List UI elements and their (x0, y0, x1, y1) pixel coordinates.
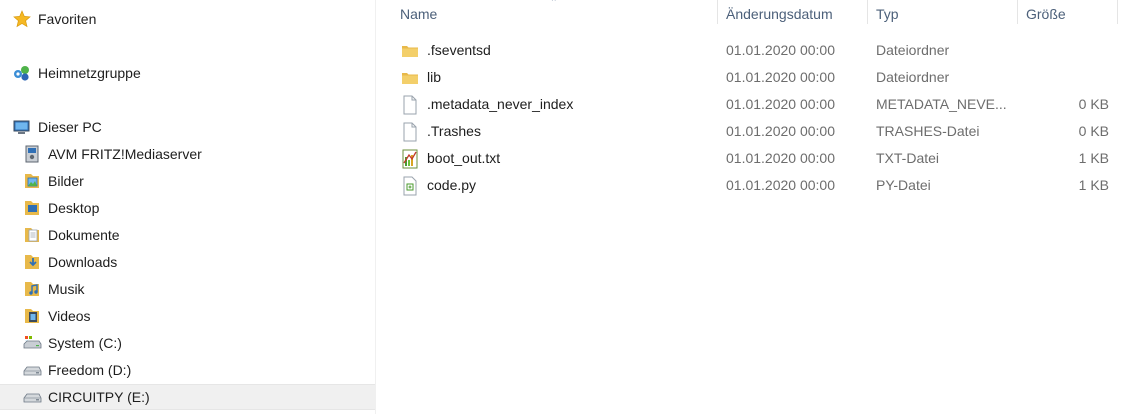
computer-icon (12, 118, 32, 136)
file-type: TXT-Datei (876, 150, 940, 166)
desktop-folder-icon (22, 199, 42, 217)
music-folder-icon (22, 280, 42, 298)
nav-item-musik[interactable]: Musik (0, 276, 375, 302)
file-type: Dateiordner (876, 42, 950, 58)
nav-label: System (C:) (48, 335, 122, 351)
nav-item-homegroup[interactable]: Heimnetzgruppe (0, 60, 375, 86)
folder-icon (400, 68, 420, 88)
nav-item-freedom-d[interactable]: Freedom (D:) (0, 357, 375, 383)
nav-item-this-pc[interactable]: Dieser PC (0, 114, 375, 140)
navigation-pane: Favoriten Heimnetzgruppe Dieser PC AVM F… (0, 0, 376, 414)
nav-item-dokumente[interactable]: Dokumente (0, 222, 375, 248)
file-date: 01.01.2020 00:00 (726, 42, 835, 58)
nav-item-desktop[interactable]: Desktop (0, 195, 375, 221)
file-type: Dateiordner (876, 69, 950, 85)
homegroup-icon (12, 64, 32, 82)
file-size: 1 KB (1078, 177, 1109, 193)
nav-item-bilder[interactable]: Bilder (0, 168, 375, 194)
drive-icon (22, 361, 42, 379)
python-file-icon (400, 176, 420, 196)
nav-item-downloads[interactable]: Downloads (0, 249, 375, 275)
nav-label: Musik (48, 281, 85, 297)
nav-label: CIRCUITPY (E:) (48, 389, 150, 405)
file-name: .metadata_never_index (427, 96, 574, 112)
file-type: TRASHES-Datei (876, 123, 980, 139)
file-name-cell: lib (400, 64, 716, 91)
file-icon (400, 122, 420, 142)
column-header-date[interactable]: Änderungsdatum (716, 0, 866, 28)
file-size: 1 KB (1078, 150, 1109, 166)
nav-label: Favoriten (38, 11, 97, 27)
nav-label: Downloads (48, 254, 118, 270)
file-row[interactable]: .Trashes 01.01.2020 00:00 TRASHES-Datei 0 K… (390, 118, 1120, 145)
column-header-size[interactable]: Größe (1016, 0, 1116, 28)
file-date: 01.01.2020 00:00 (726, 123, 835, 139)
system-drive-icon (22, 334, 42, 352)
media-server-icon (22, 145, 42, 163)
nav-item-system-c[interactable]: System (C:) (0, 330, 375, 356)
file-type: PY-Datei (876, 177, 931, 193)
file-explorer-window: Favoriten Heimnetzgruppe Dieser PC AVM F… (0, 0, 1130, 414)
file-row[interactable]: .fseventsd 01.01.2020 00:00 Dateiordner (390, 37, 1120, 64)
nav-label: Heimnetzgruppe (38, 65, 141, 81)
file-size: 0 KB (1078, 123, 1109, 139)
column-header-type[interactable]: Typ (866, 0, 1016, 28)
folder-icon (400, 41, 420, 61)
file-name-cell: .Trashes (400, 118, 716, 145)
nav-item-avm-fritz-mediaserver[interactable]: AVM FRITZ!Mediaserver (0, 141, 375, 167)
nav-label: Desktop (48, 200, 100, 216)
file-name: .Trashes (427, 123, 481, 139)
file-date: 01.01.2020 00:00 (726, 177, 835, 193)
file-row[interactable]: boot_out.txt 01.01.2020 00:00 TXT-Datei 1 K… (390, 145, 1120, 172)
star-icon (12, 10, 32, 28)
file-date: 01.01.2020 00:00 (726, 69, 835, 85)
file-name-cell: .fseventsd (400, 37, 716, 64)
drive-icon (22, 388, 42, 406)
nav-label: Dieser PC (38, 119, 102, 135)
downloads-folder-icon (22, 253, 42, 271)
file-row[interactable]: .metadata_never_index 01.01.2020 00:00 MET… (390, 91, 1120, 118)
file-size (1020, 37, 1109, 64)
file-name-cell: boot_out.txt (400, 145, 716, 172)
file-name: code.py (427, 177, 477, 193)
file-size (1020, 64, 1109, 91)
file-icon (400, 95, 420, 115)
pictures-folder-icon (22, 172, 42, 190)
file-date: 01.01.2020 00:00 (726, 150, 835, 166)
column-header-row: ⌃ Name Änderungsdatum Typ Größe (390, 0, 1120, 28)
file-row[interactable]: lib 01.01.2020 00:00 Dateiordner (390, 64, 1120, 91)
file-name: boot_out.txt (427, 150, 501, 166)
nav-item-circuitpy-e[interactable]: CIRCUITPY (E:) (0, 384, 375, 410)
file-name: lib (427, 69, 442, 85)
column-divider[interactable] (1117, 0, 1118, 24)
file-row[interactable]: code.py 01.01.2020 00:00 PY-Datei 1 KB (390, 172, 1120, 199)
text-file-icon (400, 149, 420, 169)
file-name: .fseventsd (427, 42, 491, 58)
file-date: 01.01.2020 00:00 (726, 96, 835, 112)
nav-label: Dokumente (48, 227, 120, 243)
nav-item-videos[interactable]: Videos (0, 303, 375, 329)
file-size: 0 KB (1078, 96, 1109, 112)
documents-folder-icon (22, 226, 42, 244)
nav-label: Bilder (48, 173, 84, 189)
nav-item-favorites[interactable]: Favoriten (0, 6, 375, 32)
file-name-cell: .metadata_never_index (400, 91, 716, 118)
videos-folder-icon (22, 307, 42, 325)
file-type: METADATA_NEVE... (876, 96, 1007, 112)
nav-label: Freedom (D:) (48, 362, 132, 378)
file-list: ⌃ Name Änderungsdatum Typ Größe .fsevent… (390, 0, 1130, 414)
nav-label: AVM FRITZ!Mediaserver (48, 146, 202, 162)
column-header-name[interactable]: Name (390, 0, 716, 28)
nav-label: Videos (48, 308, 91, 324)
file-name-cell: code.py (400, 172, 716, 199)
